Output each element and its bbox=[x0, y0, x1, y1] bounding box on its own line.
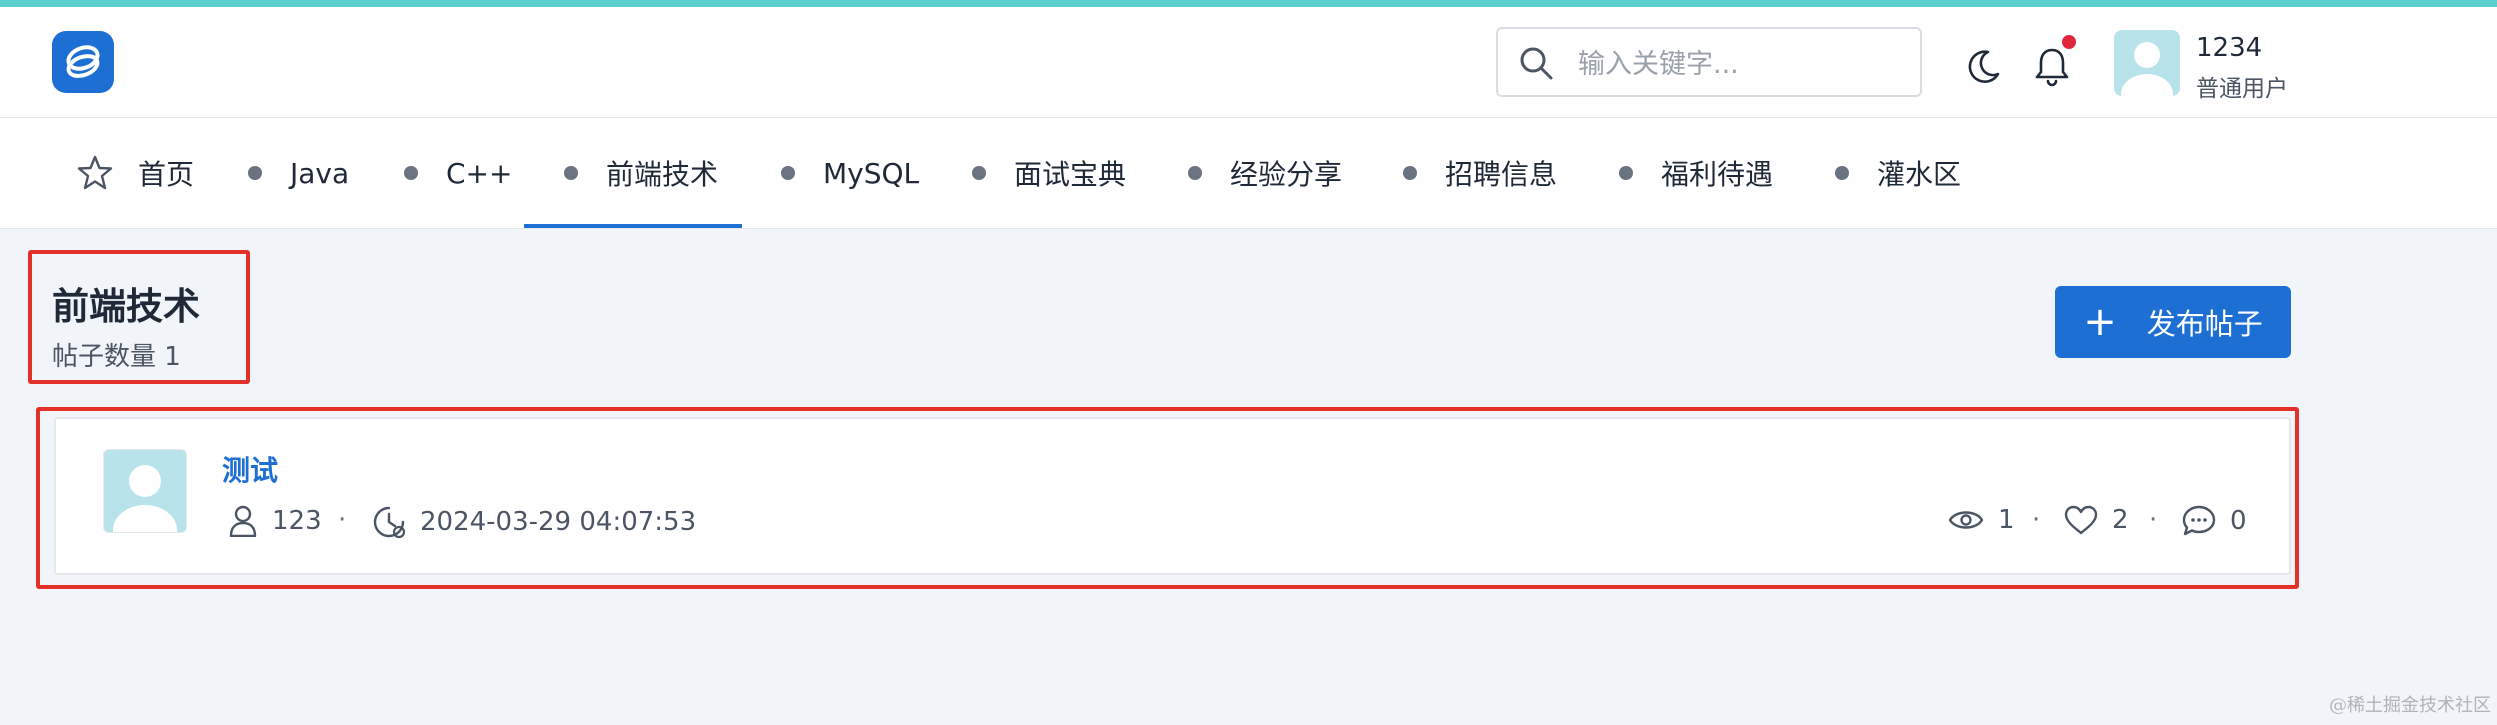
bullet-dot bbox=[1188, 166, 1202, 180]
nav-item-cpp[interactable]: C++ bbox=[404, 118, 512, 228]
user-icon bbox=[229, 505, 257, 537]
like-count[interactable]: 2 bbox=[2064, 505, 2129, 535]
post-timestamp: 2024-03-29 04:07:53 bbox=[420, 507, 697, 537]
top-accent-bar bbox=[0, 0, 2497, 7]
bullet-dot bbox=[1403, 166, 1417, 180]
post-card[interactable]: 测试 123 · 2024-03-29 04:07:53 1 · 2 · 0 bbox=[54, 417, 2291, 575]
nav-label: Java bbox=[290, 156, 350, 190]
separator-dot: · bbox=[338, 505, 347, 535]
avatar-icon bbox=[2121, 42, 2173, 96]
separator-dot: · bbox=[2032, 505, 2041, 535]
user-name[interactable]: 1234 bbox=[2196, 33, 2262, 63]
notification-button[interactable] bbox=[2032, 35, 2076, 89]
nav-item-benefits[interactable]: 福利待遇 bbox=[1619, 118, 1773, 228]
app-logo[interactable] bbox=[52, 31, 114, 93]
post-author[interactable]: 123 bbox=[228, 505, 322, 537]
post-author-avatar[interactable] bbox=[103, 449, 187, 533]
bullet-dot bbox=[404, 166, 418, 180]
bullet-dot bbox=[781, 166, 795, 180]
nav-label: 灌水区 bbox=[1877, 158, 1962, 191]
search-input[interactable] bbox=[1576, 41, 1900, 87]
logo-icon bbox=[66, 45, 100, 78]
search-icon bbox=[1520, 47, 1553, 80]
nav-item-experience[interactable]: 经验分享 bbox=[1188, 118, 1342, 228]
watermark: @稀土掘金技术社区 bbox=[2329, 695, 2491, 716]
view-count: 1 bbox=[1948, 505, 2015, 535]
nav-label: 福利待遇 bbox=[1661, 158, 1774, 191]
bullet-dot bbox=[1835, 166, 1849, 180]
post-time: 2024-03-29 04:07:53 bbox=[372, 505, 696, 539]
star-icon bbox=[77, 155, 113, 190]
nav-label: 前端技术 bbox=[606, 158, 719, 191]
views-value: 1 bbox=[1998, 505, 2015, 535]
nav-item-frontend[interactable]: 前端技术 bbox=[523, 118, 743, 228]
notification-badge bbox=[2062, 35, 2076, 49]
nav-label: MySQL bbox=[823, 156, 920, 190]
nav-label: C++ bbox=[446, 156, 513, 190]
author-name: 123 bbox=[272, 506, 322, 536]
nav-item-interview[interactable]: 面试宝典 bbox=[972, 118, 1126, 228]
nav-label: 经验分享 bbox=[1230, 158, 1343, 191]
eye-icon bbox=[1948, 511, 1984, 529]
heart-icon bbox=[2064, 505, 2098, 535]
nav-item-java[interactable]: Java bbox=[248, 118, 349, 228]
bullet-dot bbox=[972, 166, 986, 180]
comment-count[interactable]: 0 bbox=[2182, 505, 2247, 537]
bullet-dot bbox=[1619, 166, 1633, 180]
search-box[interactable] bbox=[1496, 27, 1922, 97]
nav-item-mysql[interactable]: MySQL bbox=[781, 118, 919, 228]
separator-dot: · bbox=[2149, 505, 2158, 535]
clock-icon bbox=[373, 506, 406, 539]
bullet-dot bbox=[248, 166, 262, 180]
dark-mode-moon-icon[interactable] bbox=[1964, 48, 2002, 86]
publish-label: 发布帖子 bbox=[2146, 307, 2263, 341]
user-role: 普通用户 bbox=[2196, 76, 2288, 102]
nav-item-home[interactable]: 首页 bbox=[76, 118, 194, 228]
category-nav: 首页 Java C++ 前端技术 MySQL 面试宝典 经验分享 招聘信息 福利… bbox=[0, 118, 2497, 229]
post-title[interactable]: 测试 bbox=[222, 449, 278, 489]
nav-item-offtopic[interactable]: 灌水区 bbox=[1835, 118, 1961, 228]
publish-post-button[interactable]: + 发布帖子 bbox=[2055, 286, 2291, 358]
bell-icon bbox=[2035, 48, 2069, 87]
plus-icon: + bbox=[2083, 299, 2117, 345]
comments-value: 0 bbox=[2230, 506, 2247, 536]
likes-value: 2 bbox=[2112, 505, 2129, 535]
nav-label: 首页 bbox=[138, 158, 195, 191]
nav-item-jobs[interactable]: 招聘信息 bbox=[1403, 118, 1557, 228]
bullet-dot bbox=[564, 166, 578, 180]
post-count: 帖子数量 1 bbox=[52, 342, 181, 372]
avatar-icon bbox=[113, 465, 177, 532]
nav-label: 面试宝典 bbox=[1014, 158, 1127, 191]
user-avatar[interactable] bbox=[2114, 30, 2180, 96]
header: 1234 普通用户 bbox=[0, 7, 2497, 118]
section-title: 前端技术 bbox=[52, 285, 200, 328]
nav-label: 招聘信息 bbox=[1445, 158, 1558, 191]
comment-icon bbox=[2182, 505, 2216, 536]
